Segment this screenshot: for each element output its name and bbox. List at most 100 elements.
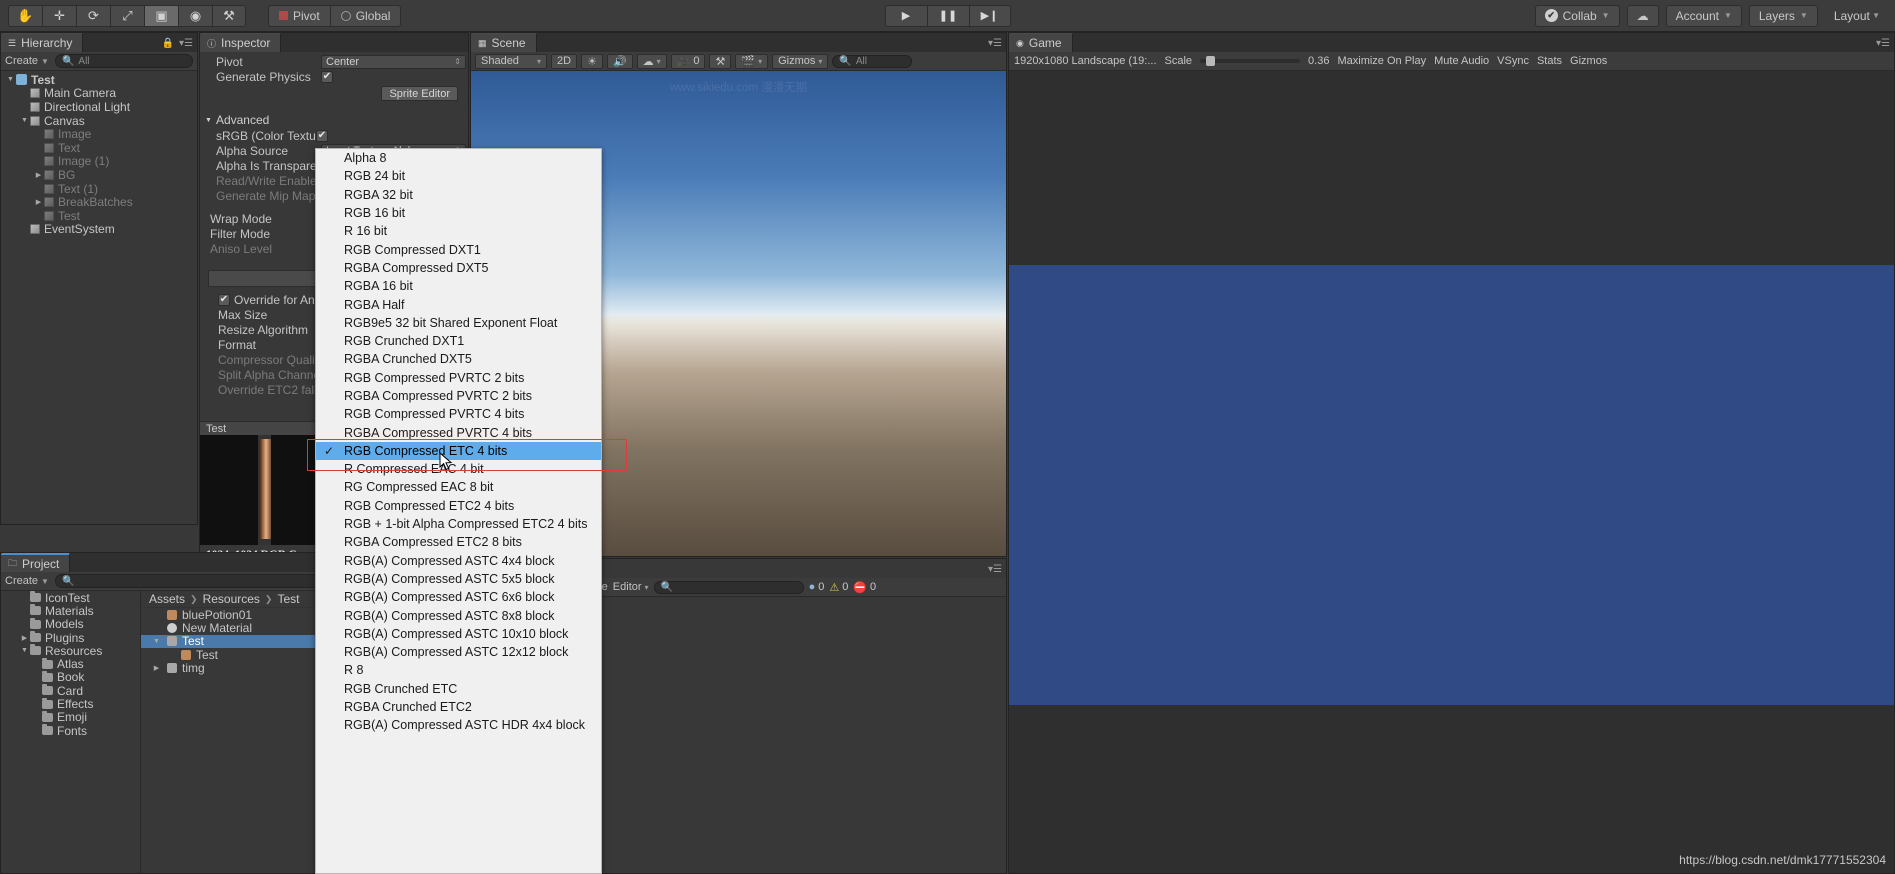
dropdown-item[interactable]: R 16 bit (316, 222, 601, 240)
dropdown-item[interactable]: RGB(A) Compressed ASTC 10x10 block (316, 625, 601, 643)
collab-button[interactable]: ✔ Collab ▼ (1534, 4, 1620, 27)
game-gizmos-dropdown[interactable]: Gizmos (1570, 55, 1607, 67)
project-folder-item[interactable]: ▶Book (1, 670, 140, 684)
scale-tool-button[interactable]: ⤢ (110, 4, 144, 27)
dropdown-item[interactable]: RGB 16 bit (316, 204, 601, 222)
lighting-toggle-button[interactable]: ☀ (581, 53, 603, 69)
dropdown-item[interactable]: RGB Crunched DXT1 (316, 332, 601, 350)
account-button[interactable]: Account ▼ (1665, 4, 1742, 27)
dropdown-item[interactable]: RGB Compressed DXT1 (316, 240, 601, 258)
move-tool-button[interactable]: ✛ (42, 4, 76, 27)
aspect-ratio-dropdown[interactable]: 1920x1080 Landscape (19:... (1014, 55, 1157, 67)
dropdown-item[interactable]: RGB(A) Compressed ASTC 4x4 block (316, 552, 601, 570)
project-folder-item[interactable]: ▶Models (1, 617, 140, 631)
dropdown-item[interactable]: RGB(A) Compressed ASTC 8x8 block (316, 606, 601, 624)
dropdown-item[interactable]: RGBA 16 bit (316, 277, 601, 295)
hierarchy-item[interactable]: ▼ Test (1, 73, 197, 87)
hierarchy-item[interactable]: ▶ BreakBatches (1, 195, 197, 209)
dropdown-item[interactable]: RGB(A) Compressed ASTC HDR 4x4 block (316, 716, 601, 734)
chevron-right-icon[interactable]: ▶ (19, 634, 30, 642)
dropdown-item[interactable]: RGBA Compressed ETC2 8 bits (316, 533, 601, 551)
dropdown-item[interactable]: RGB Compressed PVRTC 2 bits (316, 369, 601, 387)
play-button[interactable]: ▶ (884, 4, 927, 27)
custom-tool-button[interactable]: ⚒ (212, 4, 246, 27)
console-search-input[interactable]: 🔍 (653, 580, 804, 594)
hand-tool-button[interactable]: ✋ (8, 4, 42, 27)
dropdown-item[interactable]: R Compressed EAC 4 bit (316, 460, 601, 478)
dropdown-item[interactable]: RGB9e5 32 bit Shared Exponent Float (316, 314, 601, 332)
vsync-toggle[interactable]: VSync (1497, 55, 1529, 67)
chevron-down-icon[interactable]: ▼ (151, 638, 162, 645)
chevron-right-icon[interactable]: ▶ (151, 664, 162, 672)
hierarchy-item[interactable]: ▶Image (1) (1, 154, 197, 168)
dropdown-item[interactable]: RGB Compressed ETC2 4 bits (316, 497, 601, 515)
dropdown-item[interactable]: RGBA Crunched ETC2 (316, 698, 601, 716)
project-folder-item[interactable]: ▶IconTest (1, 591, 140, 605)
editor-dropdown[interactable]: Editor ▾ (613, 581, 649, 593)
rotate-tool-button[interactable]: ⟳ (76, 4, 110, 27)
hierarchy-item[interactable]: ▶Test (1, 209, 197, 223)
warning-count-badge[interactable]: ⚠ 0 (829, 581, 848, 594)
srgb-checkbox[interactable]: ✔ (316, 129, 328, 142)
menu-icon[interactable]: ▾☰ (179, 38, 193, 49)
generate-physics-checkbox[interactable]: ✔ (321, 70, 333, 83)
chevron-down-icon[interactable]: ▼ (19, 117, 30, 124)
dropdown-item-selected[interactable]: ✓ RGB Compressed ETC 4 bits (316, 441, 601, 461)
project-folder-item[interactable]: ▶Emoji (1, 710, 140, 724)
dropdown-item[interactable]: RGB + 1-bit Alpha Compressed ETC2 4 bits (316, 515, 601, 533)
breadcrumb-item[interactable]: Test (277, 592, 299, 606)
dropdown-item[interactable]: RGBA Compressed DXT5 (316, 259, 601, 277)
project-folder-item[interactable]: ▶ Plugins (1, 631, 140, 645)
hierarchy-item[interactable]: ▶Main Camera (1, 86, 197, 100)
advanced-section-header[interactable]: ▼ Advanced (200, 112, 468, 128)
dropdown-item[interactable]: Alpha 8 (316, 149, 601, 167)
hierarchy-create-button[interactable]: Create ▼ (5, 55, 49, 67)
scene-tools-button[interactable]: ⚒ (709, 53, 732, 69)
cloud-button[interactable]: ☁ (1626, 4, 1659, 27)
project-folder-item[interactable]: ▶Atlas (1, 657, 140, 671)
breadcrumb-item[interactable]: Assets (149, 592, 185, 606)
override-android-checkbox[interactable]: ✔ (218, 293, 230, 306)
dropdown-item[interactable]: RGBA 32 bit (316, 186, 601, 204)
scene-audio-count[interactable]: 🎥 0 (670, 53, 706, 69)
dropdown-item[interactable]: RGB(A) Compressed ASTC 6x6 block (316, 588, 601, 606)
dropdown-item[interactable]: RGB(A) Compressed ASTC 5x5 block (316, 570, 601, 588)
hierarchy-item[interactable]: ▶EventSystem (1, 222, 197, 236)
error-count-badge[interactable]: ⛔ 0 (853, 581, 876, 594)
tab-project[interactable]: 🗀 Project (1, 553, 71, 572)
game-viewport[interactable]: https://blog.csdn.net/dmk17771552304 (1009, 71, 1894, 873)
hierarchy-item[interactable]: ▶Directional Light (1, 100, 197, 114)
dropdown-item[interactable]: RGB Compressed PVRTC 4 bits (316, 405, 601, 423)
dropdown-item[interactable]: R 8 (316, 661, 601, 679)
project-folder-item[interactable]: ▶Card (1, 684, 140, 698)
menu-icon[interactable]: ▾☰ (988, 564, 1002, 575)
scene-search-input[interactable]: 🔍 All (832, 54, 913, 68)
chevron-right-icon[interactable]: ▶ (33, 198, 44, 206)
hierarchy-item[interactable]: ▼ Canvas (1, 114, 197, 128)
layers-button[interactable]: Layers ▼ (1748, 4, 1818, 27)
hierarchy-item[interactable]: ▶Text (1) (1, 182, 197, 196)
dropdown-item[interactable]: RGB Crunched ETC (316, 680, 601, 698)
shading-mode-dropdown[interactable]: Shaded ▾ (475, 53, 547, 69)
tab-game[interactable]: ◉ Game (1009, 33, 1073, 52)
mute-audio-toggle[interactable]: Mute Audio (1434, 55, 1489, 67)
hierarchy-item[interactable]: ▶ BG (1, 168, 197, 182)
chevron-down-icon[interactable]: ▼ (5, 76, 16, 83)
tab-scene[interactable]: ▦ Scene (471, 33, 537, 52)
toggle-2d-button[interactable]: 2D (551, 53, 578, 69)
dropdown-item[interactable]: RGBA Half (316, 295, 601, 313)
step-button[interactable]: ▶❙ (968, 4, 1011, 27)
dropdown-item[interactable]: RGBA Compressed PVRTC 4 bits (316, 423, 601, 441)
maximize-on-play-toggle[interactable]: Maximize On Play (1337, 55, 1426, 67)
audio-toggle-button[interactable]: 🔊 (606, 53, 633, 69)
stats-toggle[interactable]: Stats (1537, 55, 1562, 67)
transform-tool-button[interactable]: ◉ (178, 4, 212, 27)
gizmos-dropdown[interactable]: Gizmos ▾ (772, 53, 829, 69)
scene-camera-button[interactable]: 🎬 ▾ (735, 53, 769, 69)
pivot-dropdown[interactable]: Center ⇕ (321, 54, 466, 69)
chevron-right-icon[interactable]: ▶ (33, 171, 44, 179)
project-create-button[interactable]: Create ▼ (5, 575, 49, 587)
format-dropdown-popup[interactable]: Alpha 8 RGB 24 bit RGBA 32 bit RGB 16 bit R … (315, 148, 602, 874)
layout-button[interactable]: Layout ▼ (1825, 5, 1889, 27)
project-folder-item[interactable]: ▶Materials (1, 604, 140, 618)
